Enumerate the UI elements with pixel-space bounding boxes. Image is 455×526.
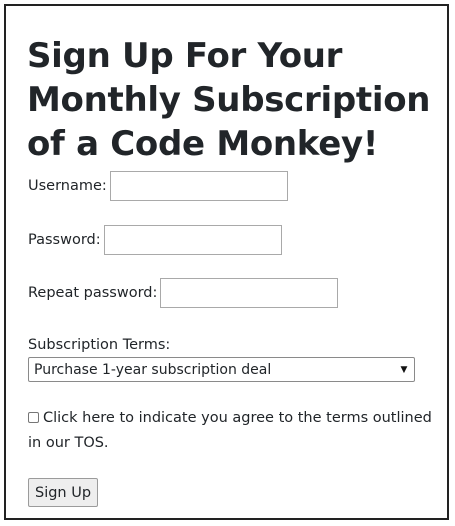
repeat-password-label: Repeat password: — [28, 285, 158, 301]
subscription-terms-label: Subscription Terms: — [28, 337, 171, 353]
username-label: Username: — [28, 178, 107, 194]
repeat-password-input[interactable] — [160, 278, 339, 308]
repeat-password-row: Repeat password: — [28, 278, 339, 308]
signup-form-container: Sign Up For Your Monthly Subscription of… — [4, 4, 449, 520]
password-input[interactable] — [103, 225, 282, 255]
subscription-selected-value: Purchase 1-year subscription deal — [34, 361, 272, 378]
password-row: Password: — [28, 225, 282, 255]
chevron-down-icon: ▼ — [400, 364, 408, 375]
agree-terms-checkbox[interactable] — [28, 412, 39, 423]
password-label: Password: — [28, 232, 101, 248]
username-row: Username: — [28, 171, 288, 201]
page-title: Sign Up For Your Monthly Subscription of… — [27, 36, 431, 164]
agree-terms-row: Click here to indicate you agree to the … — [28, 406, 433, 456]
subscription-terms-select[interactable]: Purchase 1-year subscription deal ▼ — [28, 357, 415, 382]
username-input[interactable] — [109, 171, 288, 201]
sign-up-button[interactable]: Sign Up — [28, 478, 99, 507]
agree-terms-label[interactable]: Click here to indicate you agree to the … — [28, 410, 432, 451]
